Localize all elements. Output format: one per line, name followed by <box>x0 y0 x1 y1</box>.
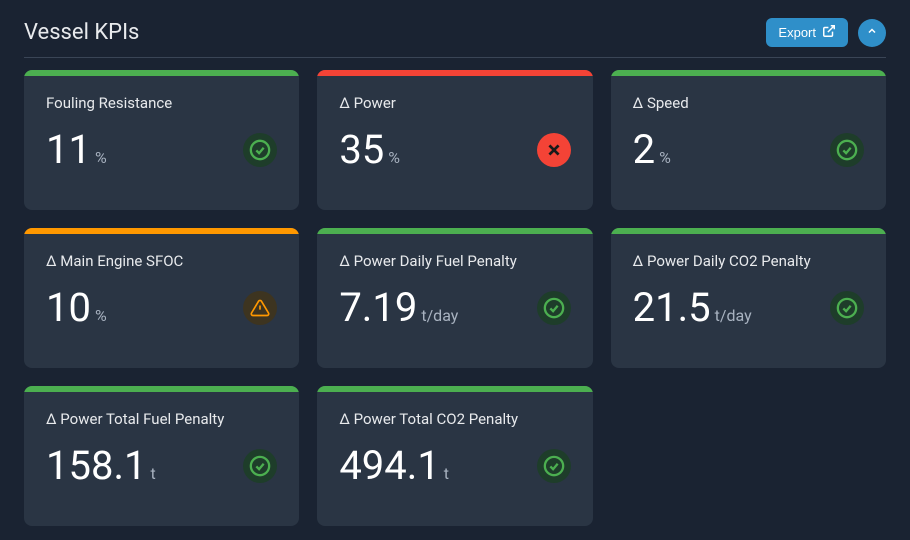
kpi-card-delta-power-daily-fuel-penalty[interactable]: Δ Power Daily Fuel Penalty 7.19t/day <box>317 228 592 368</box>
card-value: 10% <box>46 284 107 331</box>
kpi-card-delta-main-engine-sfoc[interactable]: Δ Main Engine SFOC 10% <box>24 228 299 368</box>
external-link-icon <box>822 24 836 41</box>
check-circle-icon <box>830 291 864 325</box>
header-actions: Export <box>766 18 886 47</box>
header: Vessel KPIs Export <box>24 10 886 58</box>
check-circle-icon <box>537 449 571 483</box>
card-value: 21.5t/day <box>633 284 752 331</box>
kpi-card-delta-power-daily-co2-penalty[interactable]: Δ Power Daily CO2 Penalty 21.5t/day <box>611 228 886 368</box>
card-label: Δ Speed <box>633 94 864 112</box>
collapse-button[interactable] <box>858 19 886 47</box>
export-button-label: Export <box>778 25 816 40</box>
card-label: Fouling Resistance <box>46 94 277 112</box>
check-circle-icon <box>243 133 277 167</box>
kpi-card-delta-power-total-co2-penalty[interactable]: Δ Power Total CO2 Penalty 494.1t <box>317 386 592 526</box>
kpi-card-fouling-resistance[interactable]: Fouling Resistance 11% <box>24 70 299 210</box>
kpi-card-delta-speed[interactable]: Δ Speed 2% <box>611 70 886 210</box>
alert-triangle-icon <box>243 291 277 325</box>
kpi-grid: Fouling Resistance 11% Δ Power 35% <box>24 70 886 526</box>
export-button[interactable]: Export <box>766 18 848 47</box>
check-circle-icon <box>537 291 571 325</box>
card-value: 35% <box>339 126 400 173</box>
card-label: Δ Power Daily Fuel Penalty <box>339 252 570 270</box>
card-label: Δ Power Total Fuel Penalty <box>46 410 277 428</box>
card-value: 158.1t <box>46 442 156 489</box>
card-value: 7.19t/day <box>339 284 458 331</box>
page-title: Vessel KPIs <box>24 20 139 45</box>
card-value: 11% <box>46 126 107 173</box>
card-label: Δ Power <box>339 94 570 112</box>
card-label: Δ Main Engine SFOC <box>46 252 277 270</box>
check-circle-icon <box>243 449 277 483</box>
card-value: 2% <box>633 126 671 173</box>
card-label: Δ Power Daily CO2 Penalty <box>633 252 864 270</box>
x-circle-icon <box>537 133 571 167</box>
card-value: 494.1t <box>339 442 449 489</box>
chevron-up-icon <box>866 25 878 40</box>
check-circle-icon <box>830 133 864 167</box>
card-label: Δ Power Total CO2 Penalty <box>339 410 570 428</box>
kpi-card-delta-power-total-fuel-penalty[interactable]: Δ Power Total Fuel Penalty 158.1t <box>24 386 299 526</box>
kpi-card-delta-power[interactable]: Δ Power 35% <box>317 70 592 210</box>
